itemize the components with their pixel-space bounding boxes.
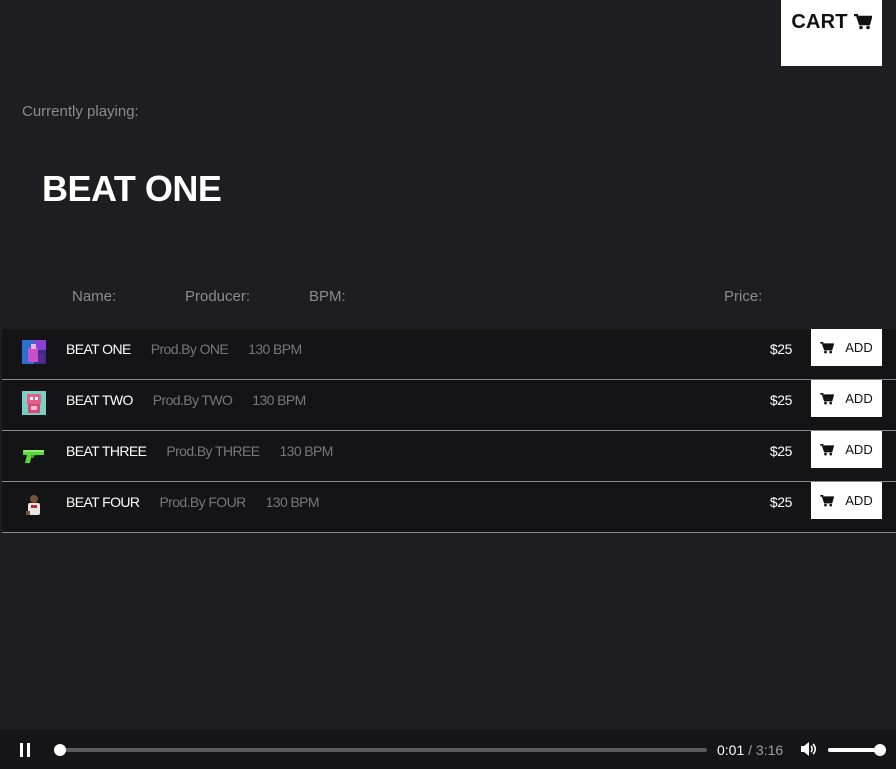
track-name: BEAT ONE bbox=[66, 341, 131, 357]
track-producer: Prod.By ONE bbox=[150, 341, 229, 357]
track-row[interactable]: BEAT THREE Prod.By THREE 130 BPM $25 ADD bbox=[2, 431, 896, 482]
track-row[interactable]: BEAT TWO Prod.By TWO 130 BPM $25 ADD bbox=[2, 380, 896, 431]
pause-icon bbox=[20, 743, 23, 757]
track-producer: Prod.By TWO bbox=[152, 392, 233, 408]
cart-label: CART bbox=[791, 10, 848, 33]
volume-slider[interactable] bbox=[828, 744, 886, 756]
purple-scene-thumbnail bbox=[22, 340, 46, 364]
track-producer: Prod.By THREE bbox=[166, 443, 260, 459]
cart-button[interactable]: CART bbox=[781, 0, 882, 66]
volume-icon[interactable] bbox=[800, 741, 817, 762]
header-producer: Producer: bbox=[185, 288, 251, 305]
time-separator: / bbox=[748, 742, 753, 758]
beat-store-page: CART Currently playing: BEAT ONE Name: P… bbox=[0, 0, 896, 769]
header-name: Name: bbox=[72, 288, 117, 305]
track-name: BEAT THREE bbox=[66, 443, 147, 459]
track-price: $25 bbox=[769, 392, 793, 408]
audio-player-bar: 0:01 / 3:16 bbox=[0, 730, 896, 769]
green-pistol-thumbnail bbox=[22, 442, 46, 466]
cart-icon bbox=[820, 443, 835, 456]
cart-icon bbox=[820, 392, 835, 405]
track-row[interactable]: BEAT FOUR Prod.By FOUR 130 BPM $25 ADD bbox=[2, 482, 896, 533]
track-row[interactable]: BEAT ONE Prod.By ONE 130 BPM $25 ADD bbox=[2, 329, 896, 380]
add-label: ADD bbox=[845, 442, 873, 457]
pink-character-thumbnail bbox=[22, 391, 46, 415]
seek-handle[interactable] bbox=[54, 744, 67, 756]
total-time: 3:16 bbox=[755, 742, 784, 758]
header-bpm: BPM: bbox=[309, 288, 346, 305]
track-table-header: Name: Producer: BPM: Price: bbox=[0, 288, 896, 308]
add-label: ADD bbox=[845, 391, 873, 406]
volume-handle[interactable] bbox=[874, 744, 886, 756]
add-to-cart-button[interactable]: ADD bbox=[811, 380, 882, 417]
track-bpm: 130 BPM bbox=[248, 341, 302, 357]
track-bpm: 130 BPM bbox=[252, 392, 306, 408]
currently-playing-title: BEAT ONE bbox=[42, 168, 222, 209]
track-price: $25 bbox=[769, 443, 793, 459]
cart-icon bbox=[853, 14, 872, 30]
add-label: ADD bbox=[845, 340, 873, 355]
track-bpm: 130 BPM bbox=[279, 443, 333, 459]
track-price: $25 bbox=[769, 341, 793, 357]
currently-playing-label: Currently playing: bbox=[22, 103, 139, 120]
add-label: ADD bbox=[845, 493, 873, 508]
current-time: 0:01 bbox=[717, 742, 745, 758]
track-bpm: 130 BPM bbox=[265, 494, 320, 510]
add-to-cart-button[interactable]: ADD bbox=[811, 329, 882, 366]
track-price: $25 bbox=[769, 494, 793, 510]
time-readout: 0:01 / 3:16 bbox=[717, 742, 783, 758]
pause-button[interactable] bbox=[20, 743, 32, 757]
cart-icon bbox=[820, 494, 835, 507]
cart-icon bbox=[820, 341, 835, 354]
track-name: BEAT TWO bbox=[66, 392, 133, 408]
add-to-cart-button[interactable]: ADD bbox=[811, 431, 882, 468]
header-price: Price: bbox=[724, 288, 763, 305]
person-photo-thumbnail bbox=[22, 493, 46, 517]
seek-bar[interactable] bbox=[54, 744, 707, 756]
add-to-cart-button[interactable]: ADD bbox=[811, 482, 882, 519]
volume-fill bbox=[828, 748, 880, 752]
track-list: BEAT ONE Prod.By ONE 130 BPM $25 ADD BEA… bbox=[2, 329, 896, 533]
track-producer: Prod.By FOUR bbox=[159, 494, 246, 510]
track-name: BEAT FOUR bbox=[66, 494, 140, 510]
